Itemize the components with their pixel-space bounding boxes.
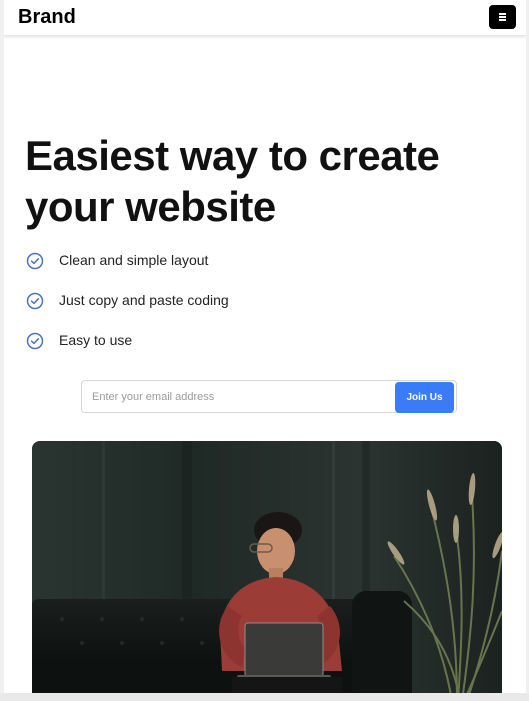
horizontal-scrollbar[interactable] bbox=[0, 693, 529, 701]
page: Brand Easiest way to create your website… bbox=[4, 0, 526, 693]
feature-label: Easy to use bbox=[59, 332, 133, 348]
brand-logo[interactable]: Brand bbox=[18, 6, 76, 29]
feature-item: Clean and simple layout bbox=[26, 248, 426, 288]
join-us-button[interactable]: Join Us bbox=[395, 382, 454, 413]
feature-item: Easy to use bbox=[26, 328, 426, 368]
check-circle-icon bbox=[26, 252, 44, 270]
check-circle-icon bbox=[26, 292, 44, 310]
headline-line-1: Easiest way to create bbox=[25, 132, 440, 179]
signup-form: Join Us bbox=[81, 380, 457, 413]
navbar: Brand bbox=[4, 0, 526, 36]
photo-person-with-laptop-icon bbox=[32, 441, 502, 693]
feature-list: Clean and simple layout Just copy and pa… bbox=[26, 248, 426, 368]
email-field[interactable] bbox=[82, 381, 394, 412]
page-title: Easiest way to create your website bbox=[25, 130, 495, 232]
hero-photo bbox=[32, 441, 502, 693]
feature-label: Just copy and paste coding bbox=[59, 292, 229, 308]
check-circle-icon bbox=[26, 332, 44, 350]
headline-line-2: your website bbox=[25, 183, 276, 230]
feature-label: Clean and simple layout bbox=[59, 252, 209, 268]
feature-item: Just copy and paste coding bbox=[26, 288, 426, 328]
hamburger-menu-icon[interactable] bbox=[489, 5, 516, 29]
